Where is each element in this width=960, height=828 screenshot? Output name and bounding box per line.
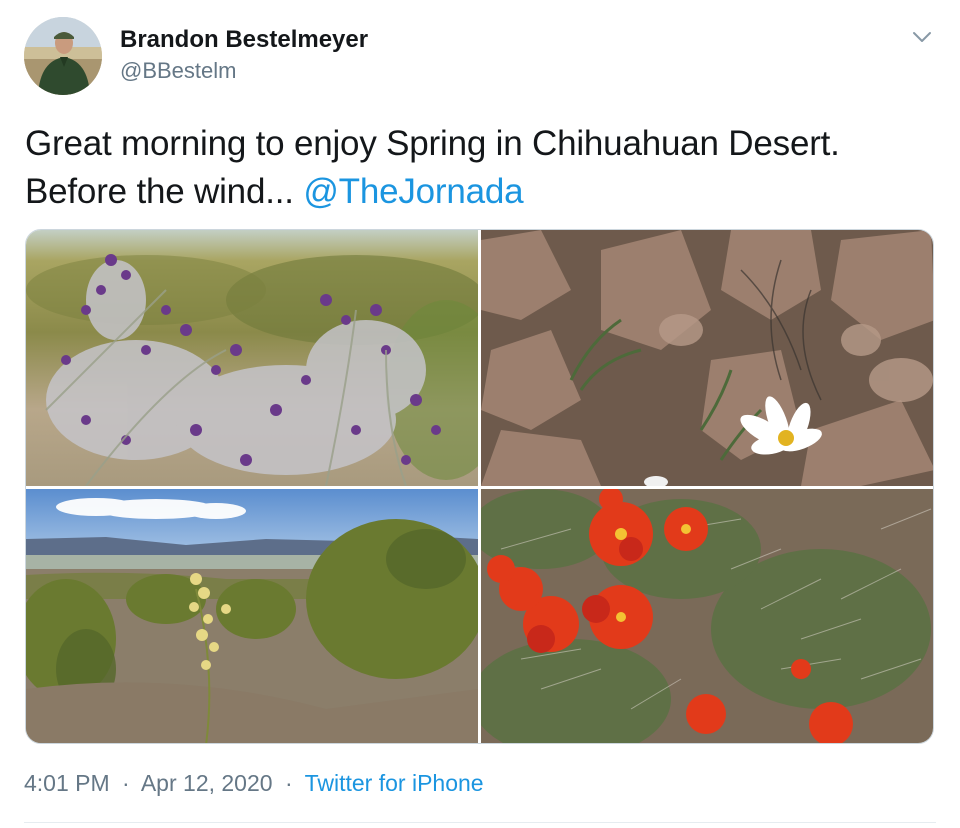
tweet-time[interactable]: 4:01 PM	[24, 770, 110, 796]
purple-wildflowers-photo[interactable]	[26, 230, 478, 486]
user-names: Brandon Bestelmeyer @BBestelm	[120, 26, 368, 85]
meta-separator: ·	[122, 770, 130, 796]
tweet-source-link[interactable]: Twitter for iPhone	[305, 770, 484, 796]
desert-landscape-photo[interactable]	[26, 489, 478, 743]
tweet-meta: 4:01 PM · Apr 12, 2020 · Twitter for iPh…	[24, 768, 484, 798]
display-name[interactable]: Brandon Bestelmeyer	[120, 26, 368, 54]
red-cactus-flowers-photo[interactable]	[481, 489, 933, 743]
user-handle[interactable]: @BBestelm	[120, 57, 368, 85]
chevron-down-icon[interactable]	[910, 28, 934, 46]
divider	[24, 822, 936, 823]
tweet-date[interactable]: Apr 12, 2020	[141, 770, 273, 796]
tweet: Brandon Bestelmeyer @BBestelm Great morn…	[0, 0, 960, 828]
meta-separator: ·	[284, 770, 293, 796]
avatar[interactable]	[24, 17, 102, 95]
rocks-white-daisy-photo[interactable]	[481, 230, 933, 486]
media-grid	[25, 229, 934, 744]
avatar-image	[24, 17, 102, 95]
tweet-text: Great morning to enjoy Spring in Chihuah…	[25, 120, 925, 216]
mention-link[interactable]: @TheJornada	[303, 172, 523, 211]
